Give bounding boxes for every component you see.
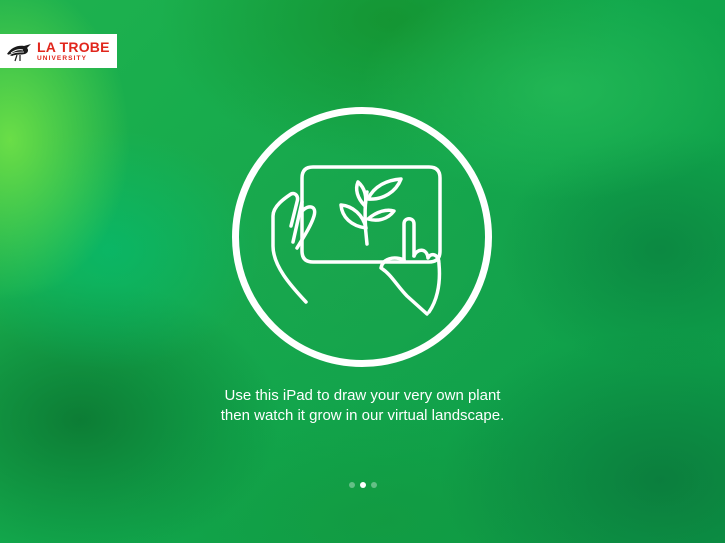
page-indicator[interactable]: [0, 482, 725, 488]
caption-line-2: then watch it grow in our virtual landsc…: [220, 407, 505, 424]
la-trobe-logo: LA TROBE UNIVERSITY: [0, 34, 117, 68]
page-dot-3[interactable]: [370, 482, 377, 488]
page-dot-2-active[interactable]: [359, 482, 366, 488]
caption-line-1: Use this iPad to draw your very own plan…: [224, 387, 501, 404]
brand-subtitle: UNIVERSITY: [37, 54, 88, 62]
hands-tablet-plant-icon: [232, 107, 492, 367]
page-dot-1[interactable]: [348, 482, 355, 488]
brand-name: LA TROBE: [37, 38, 110, 55]
plant-leaf: [339, 203, 368, 230]
plant-leaf: [366, 177, 403, 201]
instruction-caption: Use this iPad to draw your very own plan…: [0, 386, 725, 426]
la-trobe-bird-icon: [7, 44, 31, 62]
right-hand-palm: [379, 256, 429, 316]
right-hand-finger: [402, 217, 416, 262]
plant-leaf: [354, 180, 368, 208]
plant-leaf: [366, 208, 396, 222]
